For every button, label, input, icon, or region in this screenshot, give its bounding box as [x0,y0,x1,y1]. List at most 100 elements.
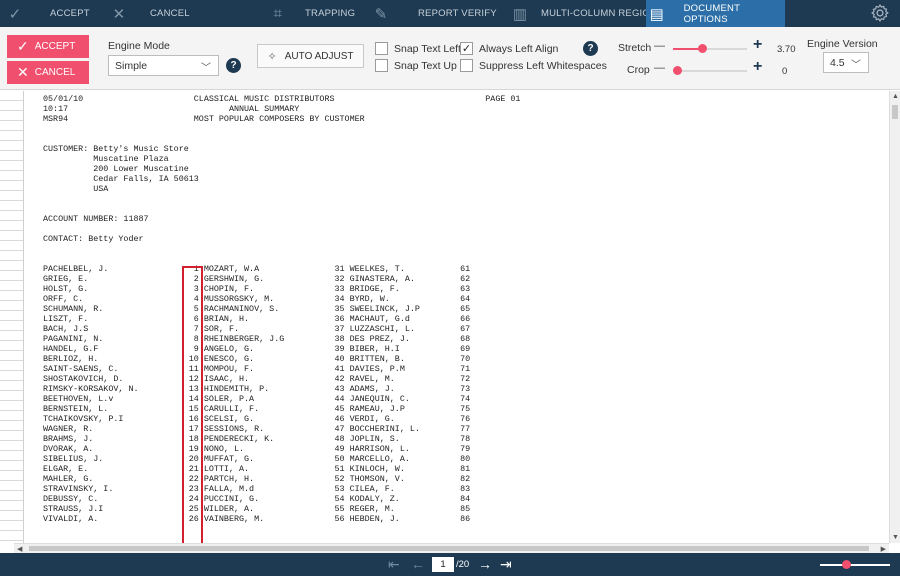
snap-text-up-label: Snap Text Up [394,59,457,72]
document-line: HOLST, G. 3 CHOPIN, F. 33 BRIDGE, F. 63 [43,284,471,294]
options-ribbon: ✓ ACCEPT ✕ CANCEL Engine Mode Simple ﹀ ?… [0,27,900,90]
horizontal-scroll-thumb[interactable] [29,546,869,551]
first-page-icon[interactable]: ⇤ [388,556,400,573]
gutter-line [0,271,23,281]
crop-slider-handle[interactable] [673,66,682,75]
report-verify-tab[interactable]: ✎ REPORT VERIFY [370,0,497,27]
document-line: Muscatine Plaza [43,154,169,164]
engine-mode-select[interactable]: Simple ﹀ [108,55,219,76]
document-line: VIVALDI, A. 26 VAINBERG, M. 56 HEBDEN, J… [43,514,471,524]
gutter-line [0,441,23,451]
chevron-down-icon: ﹀ [851,60,861,71]
document-line: BACH, J.S 7 SOR, F. 37 LUZZASCHI, L. 67 [43,324,471,334]
gutter-line [0,231,23,241]
horizontal-scrollbar[interactable]: ◀ ▶ [14,543,889,553]
columns-icon: ▥ [512,5,528,23]
gutter-line [0,531,23,541]
gutter-line [0,311,23,321]
document-line: ORFF, C. 4 MUSSORGSKY, M. 34 BYRD, W. 64 [43,294,471,304]
engine-version-label: Engine Version [807,38,878,50]
document-options-tab-label: DOCUMENT OPTIONS [683,2,740,25]
current-page-input[interactable]: 1 [432,557,454,572]
stretch-minus-icon[interactable]: — [654,40,665,52]
gear-icon[interactable] [870,3,890,23]
gutter-line [0,121,23,131]
document-line: PACHELBEL, J. 1 MOZART, W.A 31 WEELKES, … [43,264,471,274]
document-options-tab[interactable]: ▤ DOCUMENT OPTIONS [646,0,785,27]
stretch-slider-handle[interactable] [698,44,707,53]
engine-version-value: 4.5 [830,56,845,69]
last-page-icon[interactable]: ⇥ [500,556,512,573]
stretch-slider[interactable] [673,44,747,53]
zoom-slider[interactable] [820,560,890,569]
document-line: SIBELIUS, J. 20 MUFFAT, G. 50 MARCELLO, … [43,454,471,464]
crop-plus-icon[interactable]: + [753,58,762,76]
crop-minus-icon[interactable]: — [654,62,665,74]
suppress-left-whitespaces-checkbox[interactable]: Suppress Left Whitespaces [460,59,607,72]
close-icon: ✕ [17,64,29,80]
document-line: HANDEL, G.F 9 ANGELO, G. 39 BIBER, H.I 6… [43,344,471,354]
gutter-line [0,331,23,341]
cancel-tab[interactable]: ✕ CANCEL [108,0,190,27]
cancel-tab-label: CANCEL [150,8,190,19]
gutter-line [0,201,23,211]
document-text: 05/01/10 CLASSICAL MUSIC DISTRIBUTORS PA… [43,94,520,524]
vertical-scroll-thumb[interactable] [892,105,898,119]
document-line: CUSTOMER: Betty's Music Store [43,144,189,154]
trapping-icon: ⌗ [273,5,283,22]
gutter-line [0,91,23,101]
always-left-align-checkbox[interactable]: ✓ Always Left Align [460,42,558,55]
gutter-line [0,191,23,201]
page-navigation-bar: ⇤ ← 1 /20 → ⇥ [0,553,900,576]
accept-tab[interactable]: ✓ ACCEPT [4,0,90,27]
trapping-tab[interactable]: ⌗ TRAPPING [267,0,355,27]
gutter-line [0,421,23,431]
gutter-line [0,211,23,221]
next-page-icon[interactable]: → [478,556,492,572]
document-viewer[interactable]: 05/01/10 CLASSICAL MUSIC DISTRIBUTORS PA… [0,91,900,543]
gutter-line [0,481,23,491]
gutter-line [0,401,23,411]
multi-column-tab[interactable]: ▥ MULTI-COLUMN REGION [509,0,657,27]
document-line: MSR94 MOST POPULAR COMPOSERS BY CUSTOMER [43,114,365,124]
scroll-up-icon[interactable]: ▲ [892,93,899,100]
document-line: DEBUSSY, C. 24 PUCCINI, G. 54 KODALY, Z.… [43,494,471,504]
options-help-icon[interactable]: ? [583,41,598,56]
checkbox-box [375,42,388,55]
gutter-line [0,151,23,161]
document-line: LISZT, F. 6 BRIAN, H. 36 MACHAUT, G.d 66 [43,314,471,324]
column-selection-region[interactable] [182,266,203,543]
scroll-right-icon[interactable]: ▶ [881,545,886,553]
snap-text-left-checkbox[interactable]: Snap Text Left [375,42,461,55]
stretch-plus-icon[interactable]: + [753,36,762,54]
document-line: GRIEG, E. 2 GERSHWIN, G. 32 GINASTERA, A… [43,274,471,284]
vertical-scrollbar[interactable]: ▲ ▼ [889,91,900,543]
gutter-line [0,371,23,381]
close-icon: ✕ [112,5,126,23]
gutter-line [0,451,23,461]
engine-mode-label: Engine Mode [108,40,170,52]
gutter-line [0,511,23,521]
document-line: WAGNER, R. 17 SESSIONS, R. 47 BOCCHERINI… [43,424,471,434]
crop-slider[interactable] [673,66,747,75]
document-line: RIMSKY-KORSAKOV, N. 13 HINDEMITH, P. 43 … [43,384,471,394]
engine-mode-value: Simple [115,59,148,72]
engine-version-select[interactable]: 4.5 ﹀ [823,52,869,73]
document-line: CONTACT: Betty Yoder [43,234,144,244]
gutter-line [0,221,23,231]
previous-page-icon[interactable]: ← [411,556,425,572]
engine-mode-help-icon[interactable]: ? [226,58,241,73]
crop-label: Crop [627,64,650,76]
cancel-button[interactable]: ✕ CANCEL [7,61,89,84]
auto-adjust-button[interactable]: ✧ AUTO ADJUST [257,44,364,68]
scroll-down-icon[interactable]: ▼ [892,534,899,541]
gutter-line [0,281,23,291]
gutter-line [0,251,23,261]
zoom-slider-handle[interactable] [842,560,851,569]
accept-button[interactable]: ✓ ACCEPT [7,35,89,58]
snap-text-up-checkbox[interactable]: Snap Text Up [375,59,457,72]
scroll-left-icon[interactable]: ◀ [17,545,22,553]
gutter-line [0,321,23,331]
